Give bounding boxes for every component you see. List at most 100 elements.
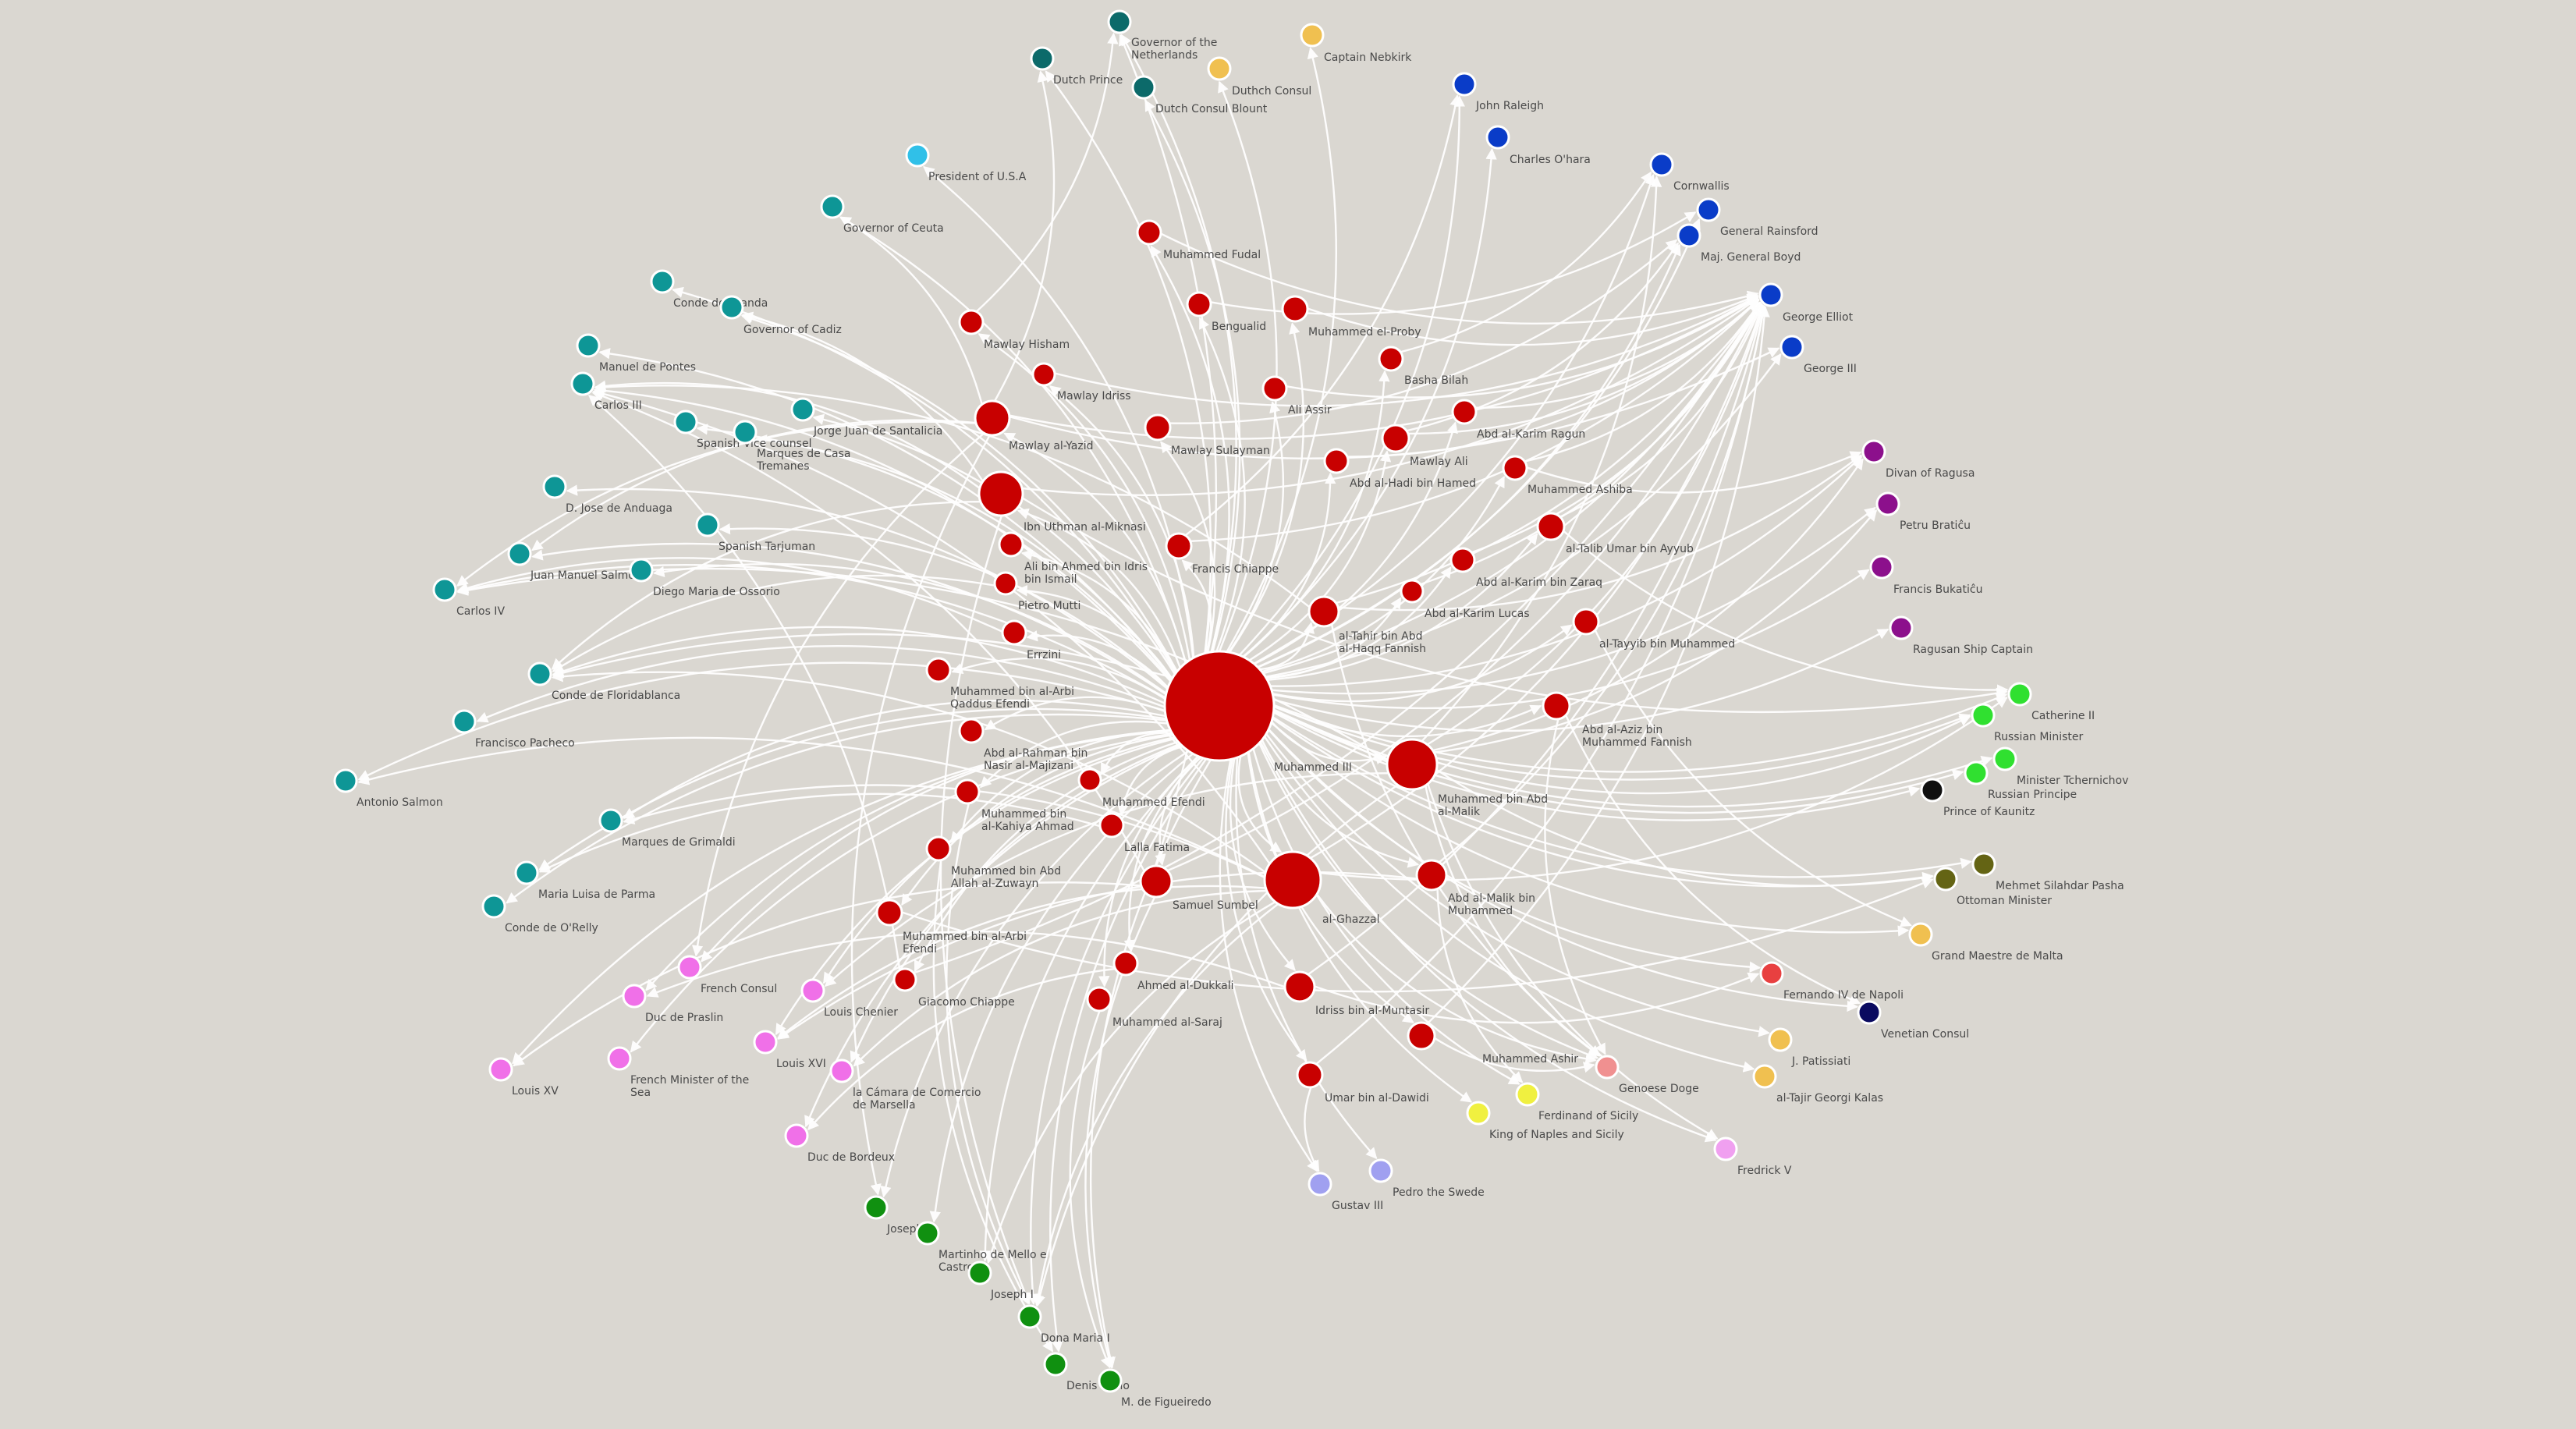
node-circle-jorge-juan[interactable]: [790, 397, 815, 422]
node-circle-al-tahir[interactable]: [1308, 595, 1340, 628]
node-circle-muhammed-al-saraj[interactable]: [1086, 986, 1112, 1012]
node-circle-spanish-tarjuman[interactable]: [695, 512, 720, 537]
node-circle-governor-ceuta[interactable]: [820, 194, 845, 219]
node-circle-muhammed-bin-al-kahiya[interactable]: [954, 778, 981, 805]
node-circle-king-naples-sicily[interactable]: [1466, 1101, 1491, 1126]
node-circle-spanish-vice-counsel[interactable]: [673, 410, 698, 434]
node-circle-ahmed-al-dukkali[interactable]: [1112, 950, 1139, 977]
node-circle-muhammed-bin-al-arbi-efendi[interactable]: [875, 899, 903, 927]
node-circle-fernando-iv[interactable]: [1759, 961, 1784, 986]
node-circle-mawlay-sulayman[interactable]: [1144, 413, 1172, 441]
node-circle-mawlay-hisham[interactable]: [958, 309, 985, 335]
node-circle-errzini[interactable]: [1001, 619, 1027, 646]
node-circle-mawlay-ali[interactable]: [1381, 424, 1410, 453]
node-circle-catherine-ii[interactable]: [2007, 682, 2032, 707]
node-circle-al-ghazzal[interactable]: [1263, 850, 1322, 910]
node-circle-petru-braticu[interactable]: [1875, 491, 1900, 516]
node-circle-joseph-i[interactable]: [967, 1261, 992, 1285]
node-circle-j-patissiati[interactable]: [1768, 1027, 1793, 1052]
node-circle-george-elliot[interactable]: [1758, 282, 1783, 307]
node-circle-abd-al-karim-bin-zaraq[interactable]: [1449, 547, 1476, 573]
node-circle-idriss[interactable]: [1283, 970, 1316, 1003]
node-circle-mawlay-idriss[interactable]: [1031, 362, 1056, 387]
node-circle-muhammed-ashir[interactable]: [1407, 1021, 1436, 1051]
node-circle-bengualid[interactable]: [1186, 291, 1212, 317]
node-circle-president-usa[interactable]: [905, 143, 930, 168]
node-circle-gustav-iii[interactable]: [1308, 1172, 1332, 1197]
node-circle-giacomo-chiappe[interactable]: [892, 967, 917, 992]
node-circle-muhammed-iii[interactable]: [1163, 650, 1276, 762]
node-circle-muhammed-ashiba[interactable]: [1502, 455, 1528, 481]
node-circle-joseph[interactable]: [864, 1195, 889, 1220]
node-circle-diego-maria[interactable]: [629, 558, 654, 583]
node-circle-muhammed-bin-abd-allah[interactable]: [925, 835, 952, 862]
node-circle-maria-luisa[interactable]: [514, 860, 539, 885]
node-circle-abd-al-aziz[interactable]: [1542, 691, 1571, 721]
node-circle-ibn-uthman[interactable]: [978, 470, 1024, 517]
node-circle-prince-kaunitz[interactable]: [1920, 778, 1945, 803]
node-circle-ali-assir[interactable]: [1261, 375, 1288, 402]
node-circle-louis-xvi[interactable]: [753, 1030, 778, 1055]
node-circle-genoese-doge[interactable]: [1595, 1055, 1620, 1080]
node-circle-abd-al-rahman[interactable]: [958, 718, 985, 744]
node-circle-dona-maria[interactable]: [1017, 1304, 1042, 1329]
node-circle-abd-al-karim-ragun[interactable]: [1451, 399, 1478, 425]
node-circle-venetian-consul[interactable]: [1857, 1000, 1882, 1025]
node-circle-minister-tchernichov[interactable]: [1992, 746, 2017, 771]
node-circle-russian-principe[interactable]: [1964, 761, 1989, 785]
node-circle-al-tayyib[interactable]: [1572, 608, 1600, 636]
node-circle-russian-minister[interactable]: [1971, 703, 1996, 728]
node-circle-marques-casa-tremanes[interactable]: [733, 420, 758, 445]
node-circle-muhammed-bin-abd-al-malik[interactable]: [1386, 738, 1439, 791]
node-circle-conde-aranda[interactable]: [650, 269, 675, 294]
node-circle-abd-al-karim-lucas[interactable]: [1400, 579, 1425, 604]
node-circle-conde-oreilly[interactable]: [481, 894, 506, 919]
node-circle-louis-xv[interactable]: [488, 1057, 513, 1082]
node-circle-ali-bin-ahmed[interactable]: [998, 531, 1024, 558]
node-circle-duc-praslin[interactable]: [622, 984, 647, 1009]
node-circle-captain-nebkirk[interactable]: [1300, 23, 1325, 48]
node-circle-carlos-iii[interactable]: [570, 371, 595, 396]
node-circle-ferdinand-sicily[interactable]: [1515, 1082, 1540, 1107]
node-circle-ragusan-ship-captain[interactable]: [1889, 615, 1914, 640]
node-circle-marques-grimaldi[interactable]: [598, 808, 623, 833]
node-circle-denis-mello[interactable]: [1043, 1352, 1068, 1377]
node-circle-lalla-fatima[interactable]: [1098, 812, 1125, 839]
node-circle-abd-al-malik-bin-muhammed[interactable]: [1415, 859, 1448, 892]
node-circle-figueiredo[interactable]: [1098, 1368, 1123, 1393]
node-circle-french-consul[interactable]: [677, 955, 702, 980]
node-circle-francis-chiappe[interactable]: [1165, 532, 1193, 560]
node-circle-mehmet-silahdar[interactable]: [1971, 852, 1996, 877]
node-circle-governor-netherlands[interactable]: [1107, 9, 1132, 34]
node-circle-fredrick-v[interactable]: [1713, 1136, 1738, 1161]
node-circle-grand-maestre-malta[interactable]: [1908, 922, 1933, 947]
node-circle-antonio-salmon[interactable]: [333, 768, 358, 793]
node-circle-muhammed-el-proby[interactable]: [1281, 295, 1309, 323]
node-circle-maj-general-boyd[interactable]: [1677, 223, 1701, 248]
node-circle-ottoman-minister[interactable]: [1933, 867, 1958, 892]
node-circle-pedro-swede[interactable]: [1368, 1158, 1393, 1183]
node-circle-basha-bilah[interactable]: [1378, 346, 1404, 372]
node-circle-john-raleigh[interactable]: [1452, 72, 1477, 97]
node-circle-french-minister-sea[interactable]: [607, 1046, 632, 1071]
node-circle-muhammed-fudal[interactable]: [1136, 219, 1162, 246]
node-circle-cornwallis[interactable]: [1649, 152, 1674, 177]
node-circle-manuel-de-pontes[interactable]: [576, 333, 601, 358]
node-circle-divan-ragusa[interactable]: [1861, 439, 1886, 464]
node-circle-mawlay-al-yazid[interactable]: [974, 399, 1011, 437]
node-circle-umar[interactable]: [1296, 1061, 1324, 1089]
node-circle-camara-marsella[interactable]: [829, 1058, 854, 1083]
node-circle-francis-bukaticu[interactable]: [1869, 555, 1894, 580]
node-circle-dutch-prince[interactable]: [1030, 46, 1055, 71]
node-circle-abd-al-hadi[interactable]: [1323, 448, 1350, 474]
node-circle-muhammed-bin-al-arbi-qaddus[interactable]: [925, 657, 952, 683]
node-circle-martinho[interactable]: [915, 1221, 940, 1246]
node-circle-muhammed-efendi[interactable]: [1077, 768, 1102, 793]
node-circle-jose-anduaga[interactable]: [542, 474, 567, 499]
node-circle-francisco-pacheco[interactable]: [452, 709, 477, 734]
node-circle-talib[interactable]: [1536, 512, 1566, 541]
node-circle-carlos-iv[interactable]: [432, 577, 457, 602]
node-circle-charles-ohara[interactable]: [1485, 125, 1510, 150]
node-circle-al-tajir[interactable]: [1752, 1064, 1777, 1089]
node-circle-samuel-sumbel[interactable]: [1139, 864, 1173, 899]
